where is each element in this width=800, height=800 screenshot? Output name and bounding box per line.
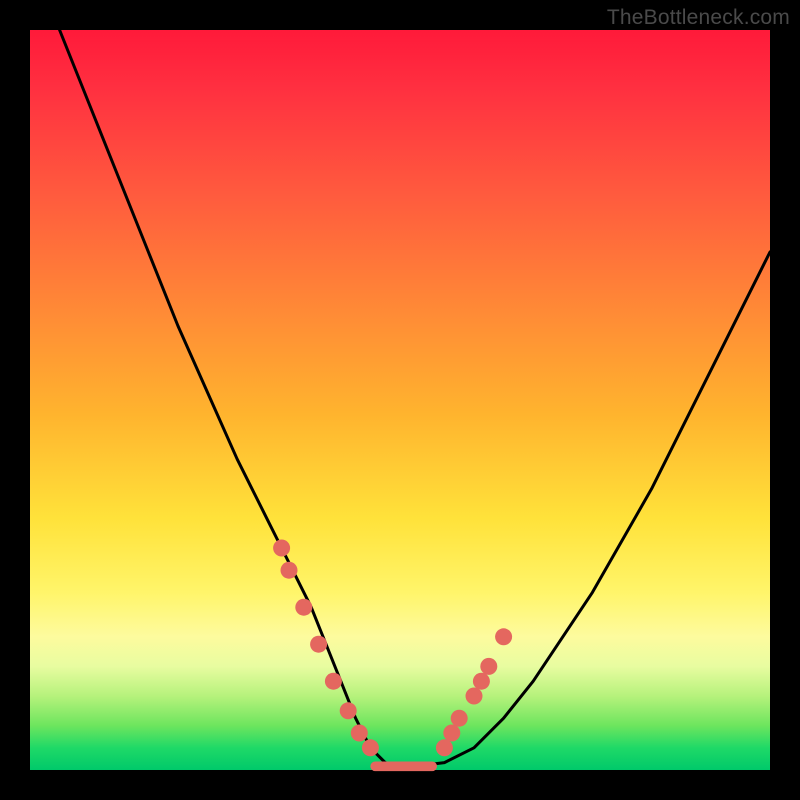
bottleneck-curve [60, 30, 770, 766]
bottom-band-rect [370, 762, 437, 772]
bottom-band [370, 762, 437, 772]
marker-dot [451, 710, 468, 727]
marker-dot [466, 688, 483, 705]
marker-dot [473, 673, 490, 690]
marker-dot [480, 658, 497, 675]
watermark-text: TheBottleneck.com [607, 6, 790, 30]
marker-dot [362, 739, 379, 756]
marker-dot [325, 673, 342, 690]
marker-dots [273, 540, 512, 757]
marker-dot [436, 739, 453, 756]
marker-dot [273, 540, 290, 557]
chart-frame: TheBottleneck.com [0, 0, 800, 800]
marker-dot [443, 725, 460, 742]
marker-dot [495, 628, 512, 645]
plot-svg [30, 30, 770, 770]
marker-dot [295, 599, 312, 616]
marker-dot [351, 725, 368, 742]
marker-dot [340, 702, 357, 719]
marker-dot [310, 636, 327, 653]
curve-layer [60, 30, 770, 766]
plot-area [30, 30, 770, 770]
marker-dot [281, 562, 298, 579]
